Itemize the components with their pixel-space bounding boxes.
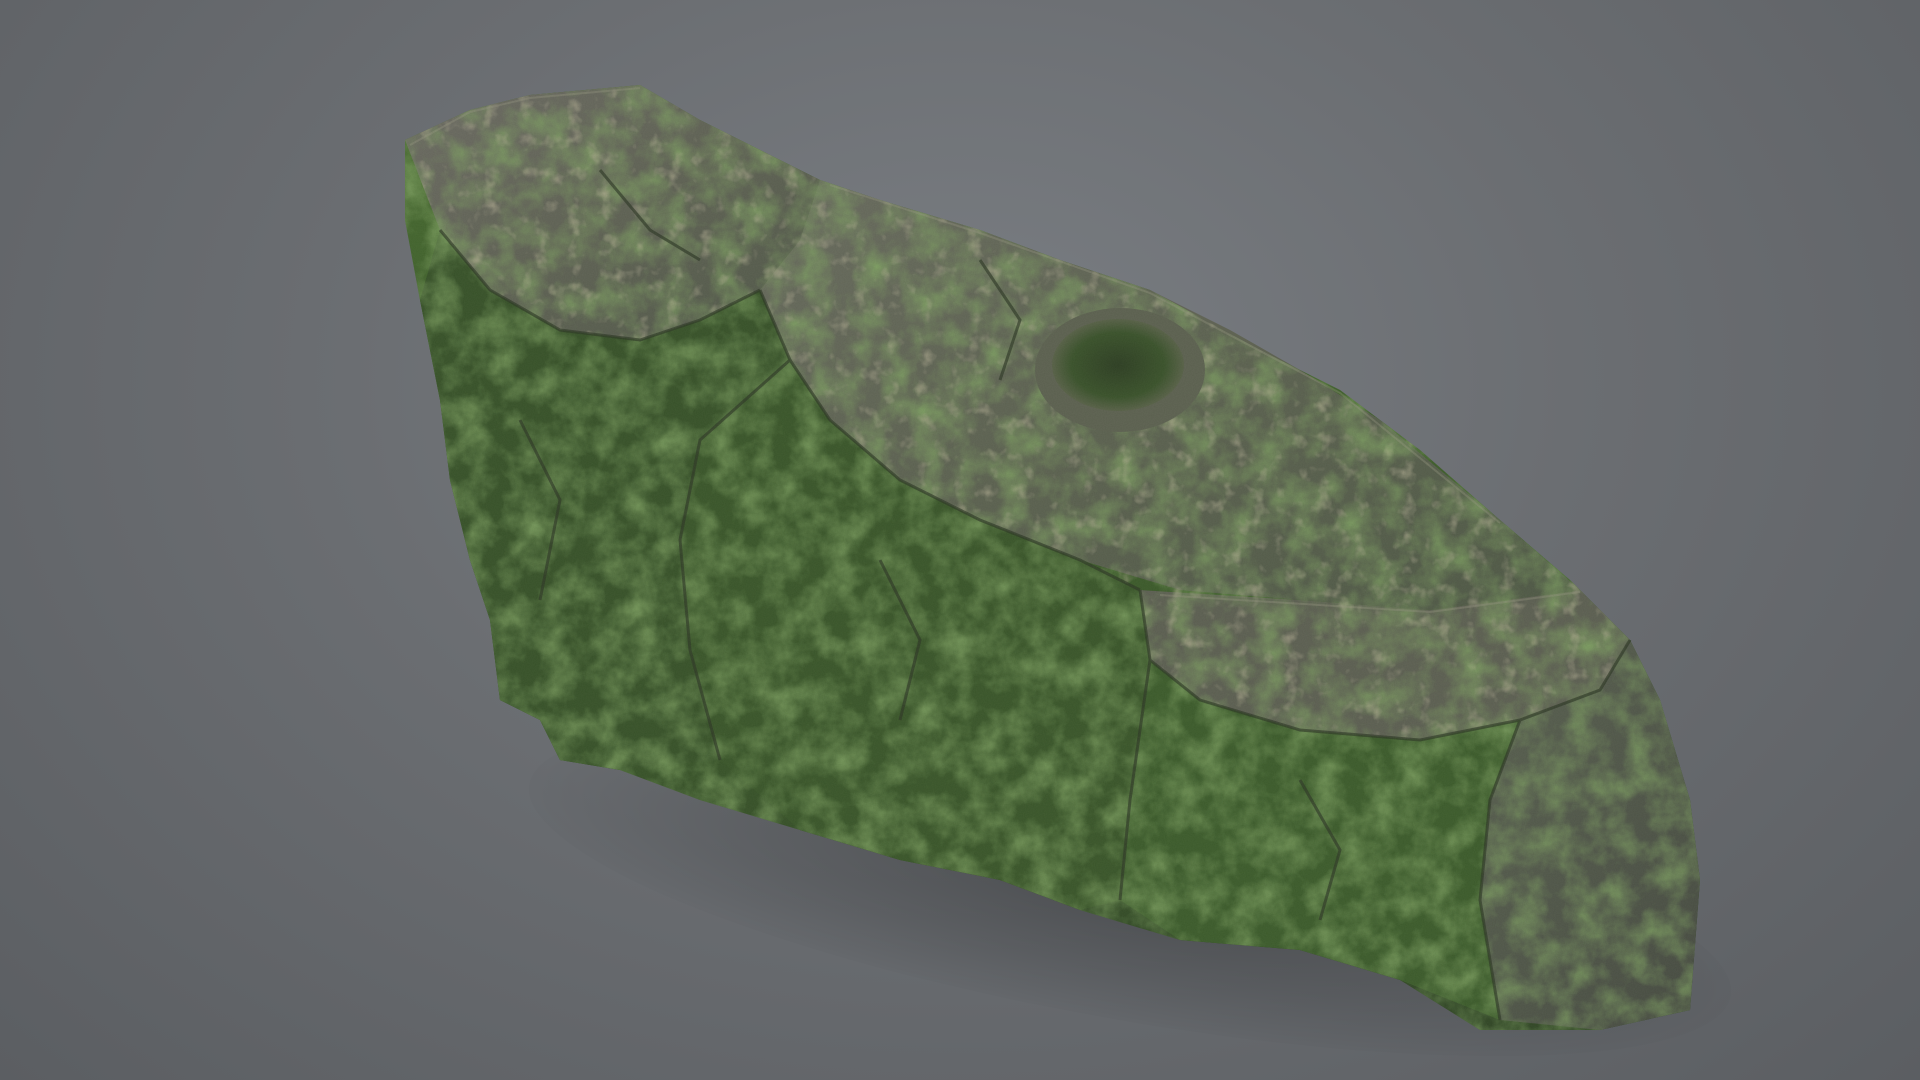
rock-grain-overlay [405, 85, 1700, 1030]
render-viewport [0, 0, 1920, 1080]
moss-rock-render [405, 85, 1700, 1030]
